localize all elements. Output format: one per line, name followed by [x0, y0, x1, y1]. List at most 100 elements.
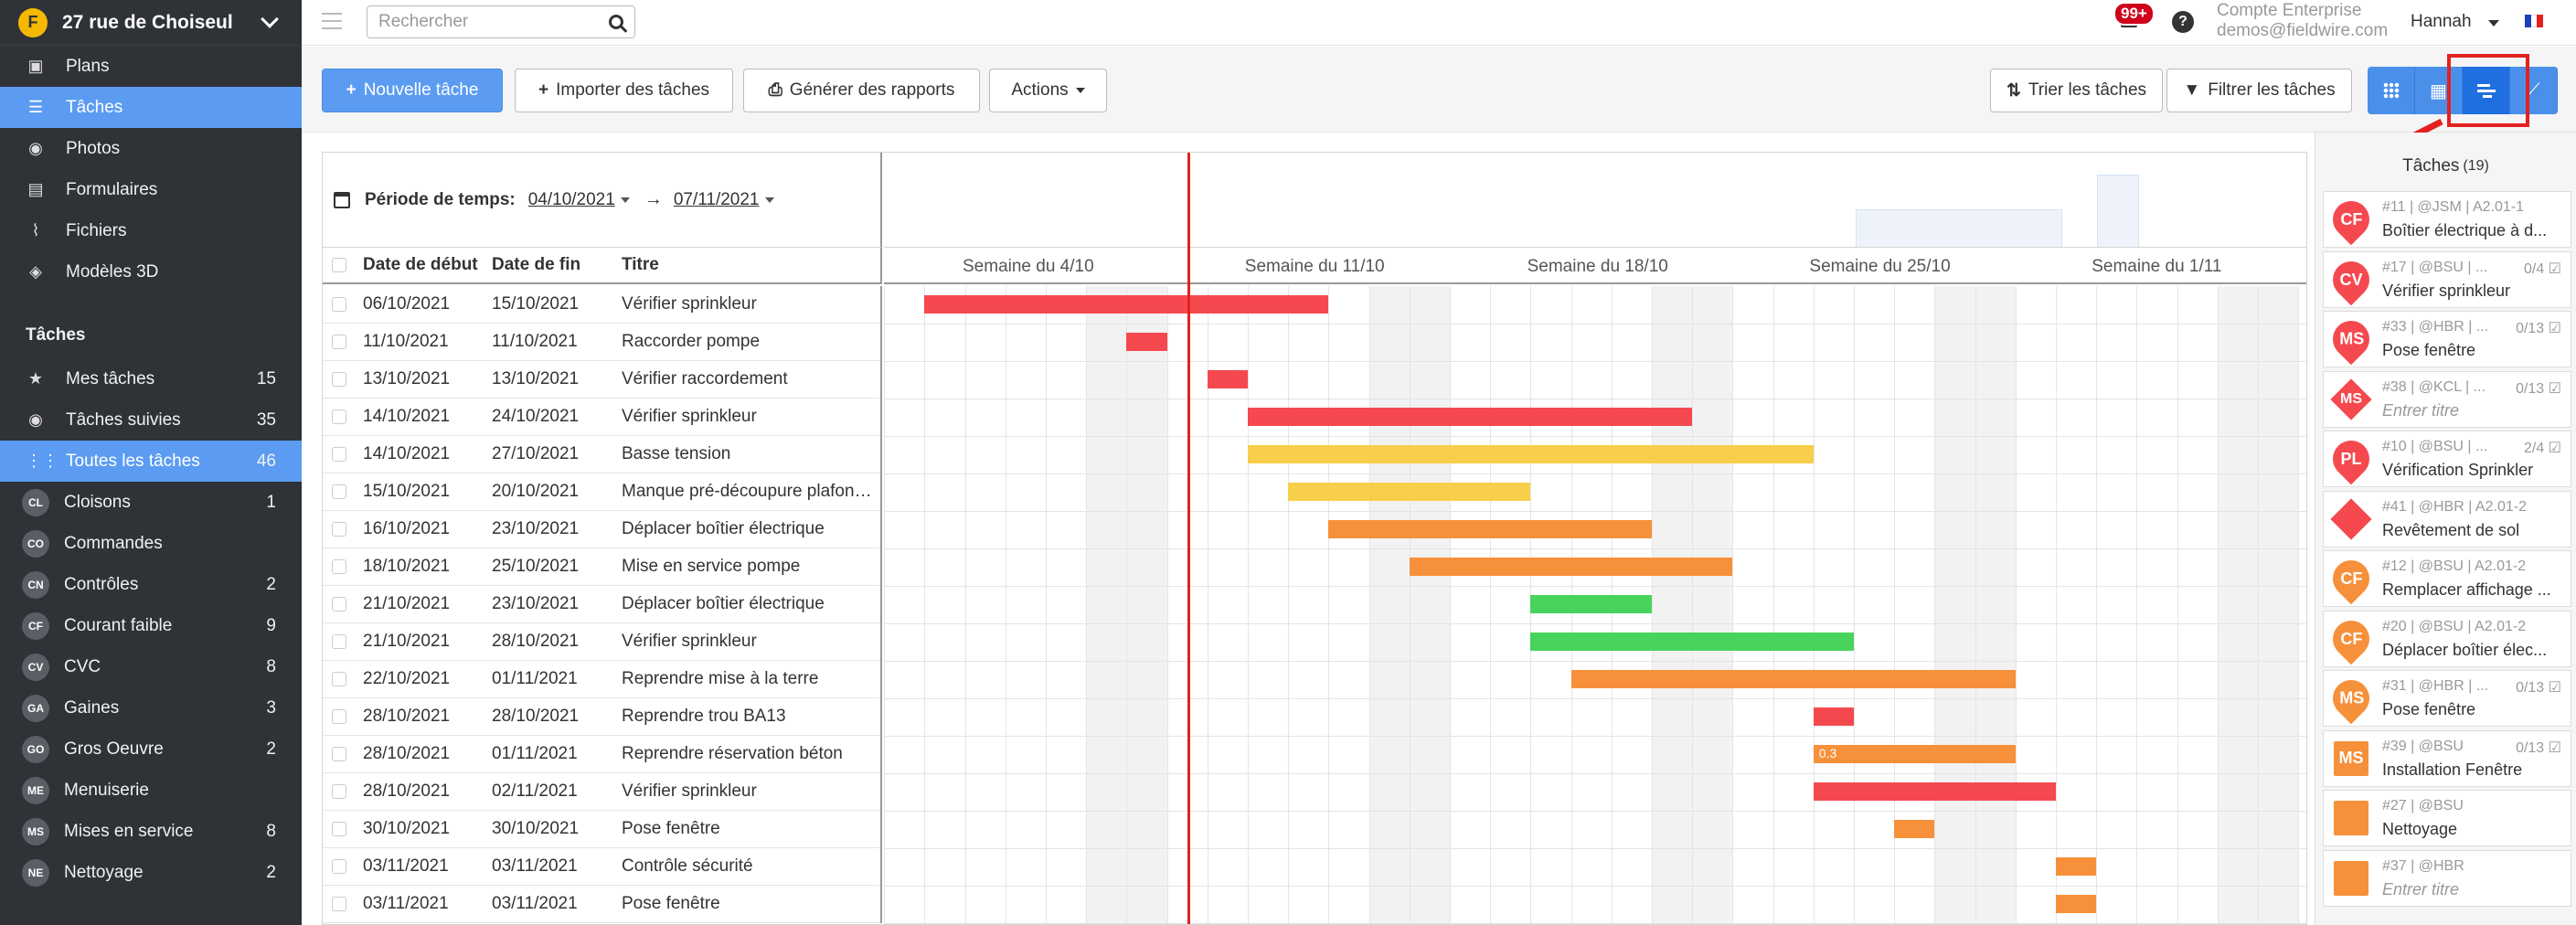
gantt-bar[interactable]: [1288, 483, 1531, 501]
gantt-bar[interactable]: [2056, 895, 2097, 913]
category-item[interactable]: MS Mises en service 8: [0, 811, 302, 852]
period-from[interactable]: 04/10/2021: [528, 190, 615, 210]
row-checkbox[interactable]: [332, 522, 346, 537]
category-item[interactable]: ME Menuiserie: [0, 770, 302, 811]
task-card[interactable]: #27 | @BSU Nettoyage: [2323, 790, 2571, 846]
nav-item-3[interactable]: ▤ Formulaires: [0, 169, 302, 210]
table-row[interactable]: 15/10/2021 20/10/2021 Manque pré-découpure…: [323, 473, 880, 511]
table-row[interactable]: 18/10/2021 25/10/2021 Mise en service pomp…: [323, 548, 880, 586]
nav-item-2[interactable]: ◉ Photos: [0, 128, 302, 169]
gantt-bar[interactable]: [1248, 408, 1693, 426]
nav-item-5[interactable]: ◈ Modèles 3D: [0, 251, 302, 292]
gantt-bar[interactable]: [1894, 820, 1935, 838]
import-tasks-button[interactable]: + Importer des tâches: [515, 69, 733, 112]
period-to[interactable]: 07/11/2021: [674, 190, 760, 210]
task-card[interactable]: MS #33 | @HBR | ... 0/13 ☑ Pose fenêtre: [2323, 311, 2571, 367]
table-row[interactable]: 28/10/2021 02/11/2021 Vérifier sprinkleur: [323, 773, 880, 811]
actions-dropdown[interactable]: Actions: [989, 69, 1107, 112]
row-checkbox[interactable]: [332, 372, 346, 387]
help-icon[interactable]: ?: [2172, 11, 2194, 33]
table-row[interactable]: 30/10/2021 30/10/2021 Pose fenêtre: [323, 811, 880, 848]
notification-badge[interactable]: 99+: [2113, 2, 2155, 26]
table-row[interactable]: 14/10/2021 27/10/2021 Basse tension: [323, 436, 880, 473]
table-row[interactable]: 03/11/2021 03/11/2021 Contrôle sécurité: [323, 848, 880, 886]
gantt-bar[interactable]: [1813, 782, 2056, 801]
task-card[interactable]: #37 | @HBR Entrer titre: [2323, 849, 2571, 907]
row-checkbox[interactable]: [332, 747, 346, 761]
table-row[interactable]: 21/10/2021 28/10/2021 Vérifier sprinkleur: [323, 623, 880, 661]
task-card[interactable]: PL #10 | @BSU | ... 2/4 ☑ Vérification Spri…: [2323, 431, 2571, 487]
gantt-bar[interactable]: [1409, 558, 1733, 576]
gantt-bar[interactable]: [1530, 633, 1854, 651]
gantt-bar[interactable]: [1328, 520, 1652, 538]
search-input[interactable]: [378, 12, 609, 32]
task-card[interactable]: MS #38 | @KCL | ... 0/13 ☑ Entrer titre: [2323, 370, 2571, 428]
category-item[interactable]: GA Gaines 3: [0, 687, 302, 728]
header-end-date[interactable]: Date de fin: [492, 255, 622, 275]
header-start-date[interactable]: Date de début: [363, 255, 492, 275]
select-all-checkbox[interactable]: [332, 258, 346, 272]
gantt-bar[interactable]: [1207, 370, 1248, 388]
task-card[interactable]: CF #12 | @BSU | A2.01-2 Remplacer affichag…: [2323, 550, 2571, 607]
table-row[interactable]: 28/10/2021 28/10/2021 Reprendre trou BA13: [323, 698, 880, 736]
task-card[interactable]: MS #39 | @BSU 0/13 ☑ Installation Fenêtre: [2323, 729, 2571, 787]
task-filter-1[interactable]: ◉ Tâches suivies 35: [0, 399, 302, 441]
row-checkbox[interactable]: [332, 335, 346, 349]
row-checkbox[interactable]: [332, 897, 346, 911]
nav-item-1[interactable]: ☰ Tâches: [0, 87, 302, 128]
gantt-bar[interactable]: [1570, 670, 2016, 688]
category-item[interactable]: CV CVC 8: [0, 646, 302, 687]
generate-reports-button[interactable]: ⎙ Générer des rapports: [743, 69, 980, 112]
category-item[interactable]: CL Cloisons 1: [0, 482, 302, 523]
task-card[interactable]: MS #31 | @HBR | ... 0/13 ☑ Pose fenêtre: [2323, 670, 2571, 727]
search-icon[interactable]: [609, 15, 623, 29]
user-menu[interactable]: Hannah: [2411, 12, 2472, 32]
category-item[interactable]: NE Nettoyage 2: [0, 852, 302, 893]
task-filter-2[interactable]: ⋮⋮ Toutes les tâches 46: [0, 441, 302, 482]
nav-item-4[interactable]: ⌇ Fichiers: [0, 210, 302, 251]
task-card[interactable]: CF #11 | @JSM | A2.01-1 Boîtier électrique…: [2323, 191, 2571, 248]
gantt-bar[interactable]: [924, 295, 1329, 314]
hamburger-menu-icon[interactable]: [322, 13, 342, 29]
caret-down-icon[interactable]: [764, 197, 774, 203]
table-row[interactable]: 21/10/2021 23/10/2021 Déplacer boîtier éle…: [323, 586, 880, 623]
category-item[interactable]: CF Courant faible 9: [0, 605, 302, 646]
sort-tasks-button[interactable]: ⇅ Trier les tâches: [1990, 69, 2163, 112]
row-checkbox[interactable]: [332, 822, 346, 836]
new-task-button[interactable]: + Nouvelle tâche: [322, 69, 503, 112]
list-view-button[interactable]: [2368, 67, 2415, 114]
table-row[interactable]: 13/10/2021 13/10/2021 Vérifier raccordemen…: [323, 361, 880, 399]
gantt-bar[interactable]: 0.3: [1813, 745, 2016, 763]
task-card[interactable]: #41 | @HBR | A2.01-2 Revêtement de sol: [2323, 490, 2571, 548]
category-item[interactable]: CO Commandes: [0, 523, 302, 564]
gantt-bar[interactable]: [1530, 595, 1652, 613]
category-item[interactable]: CN Contrôles 2: [0, 564, 302, 605]
gantt-bar[interactable]: [2056, 857, 2097, 876]
gantt-bar[interactable]: [1126, 333, 1167, 351]
table-row[interactable]: 22/10/2021 01/11/2021 Reprendre mise à la …: [323, 661, 880, 698]
row-checkbox[interactable]: [332, 709, 346, 724]
gantt-bar[interactable]: [1248, 445, 1814, 463]
row-checkbox[interactable]: [332, 672, 346, 686]
row-checkbox[interactable]: [332, 297, 346, 312]
row-checkbox[interactable]: [332, 409, 346, 424]
table-row[interactable]: 03/11/2021 03/11/2021 Pose fenêtre: [323, 886, 880, 923]
task-card[interactable]: CV #17 | @BSU | ... 0/4 ☑ Vérifier sprinkle…: [2323, 250, 2571, 308]
row-checkbox[interactable]: [332, 859, 346, 874]
caret-down-icon[interactable]: [2488, 20, 2499, 27]
nav-item-0[interactable]: ▣ Plans: [0, 46, 302, 87]
gantt-bar[interactable]: [1813, 707, 1854, 726]
table-row[interactable]: 06/10/2021 15/10/2021 Vérifier sprinkleur: [323, 286, 880, 324]
caret-down-icon[interactable]: [620, 197, 630, 203]
table-row[interactable]: 11/10/2021 11/10/2021 Raccorder pompe: [323, 324, 880, 361]
project-switcher[interactable]: F 27 rue de Choiseul: [0, 0, 302, 46]
table-row[interactable]: 14/10/2021 24/10/2021 Vérifier sprinkleur: [323, 399, 880, 436]
row-checkbox[interactable]: [332, 559, 346, 574]
header-title[interactable]: Titre: [622, 255, 880, 275]
row-checkbox[interactable]: [332, 597, 346, 611]
filter-tasks-button[interactable]: ▼ Filtrer les tâches: [2166, 69, 2352, 112]
row-checkbox[interactable]: [332, 634, 346, 649]
table-row[interactable]: 16/10/2021 23/10/2021 Déplacer boîtier éle…: [323, 511, 880, 548]
category-item[interactable]: GO Gros Oeuvre 2: [0, 728, 302, 770]
task-card[interactable]: CF #20 | @BSU | A2.01-2 Déplacer boîtier é…: [2323, 610, 2571, 667]
